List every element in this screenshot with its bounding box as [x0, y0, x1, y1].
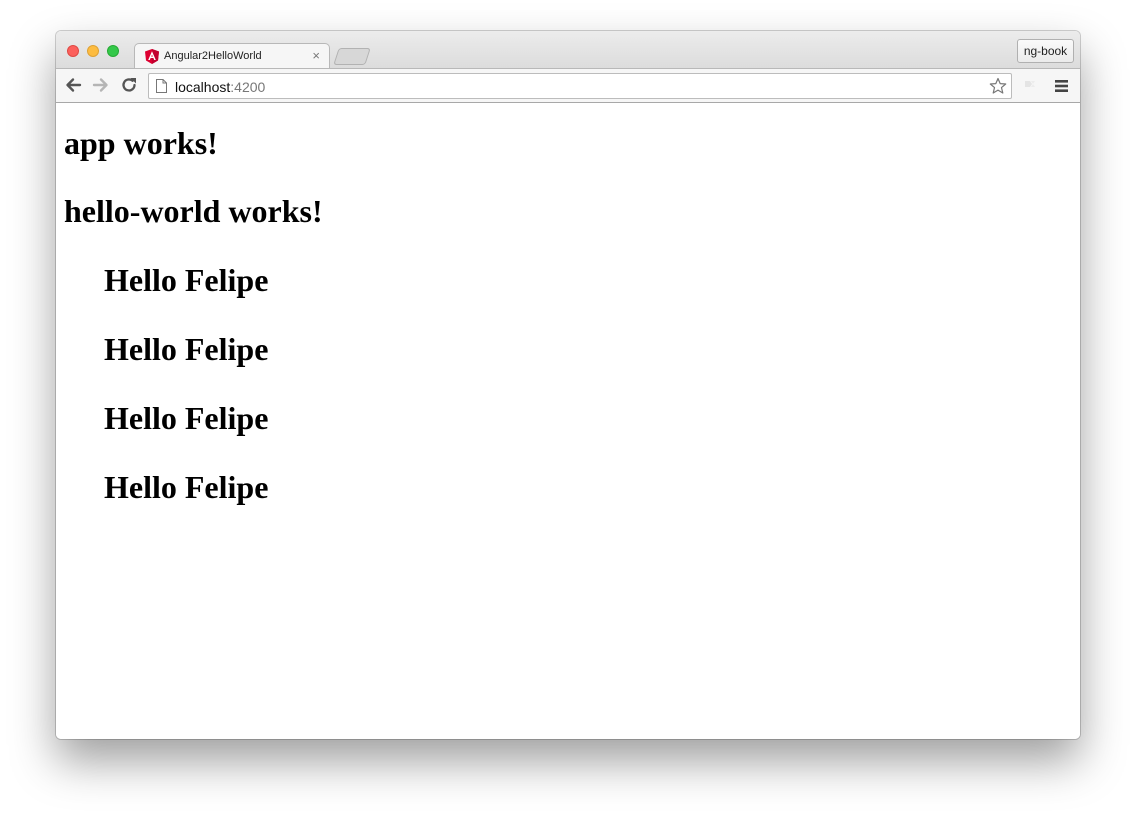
- greeting-item: Hello Felipe: [104, 400, 269, 436]
- browser-tab[interactable]: Angular2HelloWorld ×: [134, 43, 330, 69]
- maximize-window-button[interactable]: [107, 45, 119, 57]
- greeting-item: Hello Felipe: [104, 262, 269, 298]
- page-content: app works! hello-world works! Hello Feli…: [56, 103, 1080, 739]
- address-bar[interactable]: localhost:4200: [148, 73, 1012, 99]
- tab-title: Angular2HelloWorld: [164, 50, 262, 62]
- angular-icon: [145, 49, 159, 64]
- app-heading: app works!: [64, 125, 218, 161]
- new-tab-button[interactable]: [333, 48, 371, 65]
- greeting-item: Hello Felipe: [104, 331, 269, 367]
- greeting-item: Hello Felipe: [104, 469, 269, 505]
- greeting-list: Hello Felipe Hello Felipe Hello Felipe H…: [104, 262, 268, 538]
- arrow-left-icon[interactable]: [64, 76, 82, 94]
- hello-world-heading: hello-world works!: [64, 193, 323, 229]
- url-text[interactable]: localhost:4200: [175, 79, 265, 95]
- hamburger-menu-icon[interactable]: [1055, 79, 1068, 93]
- reload-icon[interactable]: [120, 76, 138, 94]
- star-icon[interactable]: [989, 77, 1007, 95]
- profile-button[interactable]: ng-book: [1017, 39, 1074, 63]
- url-port: :4200: [230, 79, 266, 95]
- url-host: localhost: [175, 79, 231, 95]
- browser-window: Angular2HelloWorld × ng-book localhost:4…: [56, 31, 1080, 739]
- extension-icon[interactable]: [1022, 77, 1038, 93]
- title-bar: Angular2HelloWorld × ng-book: [56, 31, 1080, 69]
- tab-close-icon[interactable]: ×: [312, 48, 320, 64]
- arrow-right-icon[interactable]: [92, 76, 110, 94]
- browser-toolbar: localhost:4200: [56, 68, 1080, 103]
- minimize-window-button[interactable]: [87, 45, 99, 57]
- page-icon: [156, 79, 167, 93]
- close-window-button[interactable]: [67, 45, 79, 57]
